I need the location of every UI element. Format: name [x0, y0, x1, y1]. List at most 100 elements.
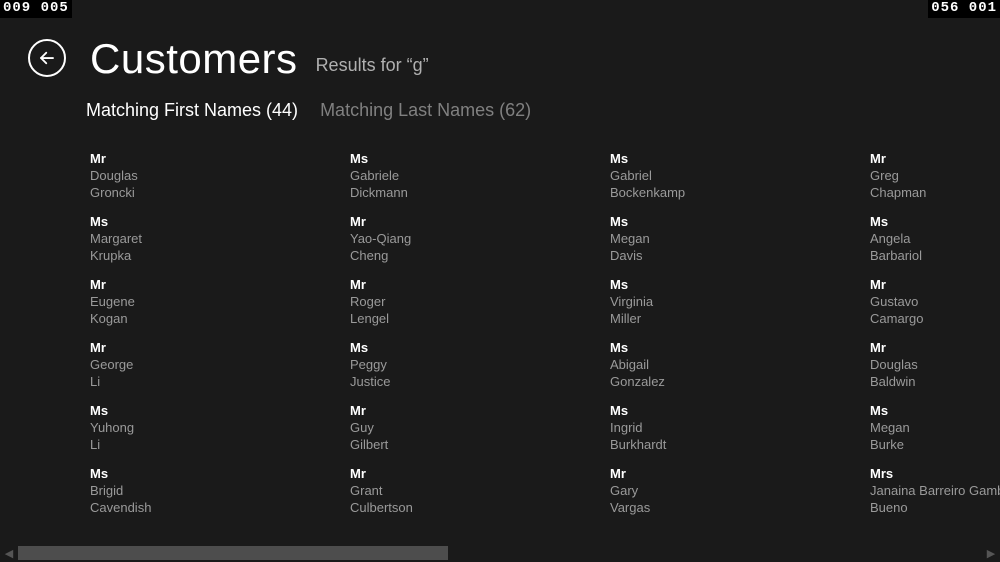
- customer-item[interactable]: MsMargaretKrupka: [90, 213, 240, 264]
- customer-title: Ms: [870, 213, 1000, 230]
- customer-first-name: Greg: [870, 167, 1000, 184]
- customer-item[interactable]: MrsJanaina Barreiro GambaroBueno: [870, 465, 1000, 516]
- customer-item[interactable]: MrYao-QiangCheng: [350, 213, 500, 264]
- customer-item[interactable]: MsAbigailGonzalez: [610, 339, 760, 390]
- customer-last-name: Cavendish: [90, 499, 240, 516]
- customer-title: Ms: [610, 402, 760, 419]
- customers-column: MsGabrielBockenkampMsMeganDavisMsVirgini…: [610, 150, 760, 516]
- customer-first-name: Yuhong: [90, 419, 240, 436]
- customer-last-name: Culbertson: [350, 499, 500, 516]
- scroll-left-arrow-icon[interactable]: ◀: [0, 544, 18, 562]
- customer-first-name: Guy: [350, 419, 500, 436]
- customer-last-name: Chapman: [870, 184, 1000, 201]
- result-tabs: Matching First Names (44) Matching Last …: [86, 100, 531, 121]
- customer-last-name: Dickmann: [350, 184, 500, 201]
- scrollbar-track[interactable]: [18, 546, 982, 560]
- customer-first-name: Gabriele: [350, 167, 500, 184]
- customer-last-name: Davis: [610, 247, 760, 264]
- customer-title: Ms: [350, 339, 500, 356]
- page-header: Customers Results for “g”: [28, 38, 429, 83]
- customer-first-name: Douglas: [870, 356, 1000, 373]
- customer-last-name: Bueno: [870, 499, 1000, 516]
- customer-first-name: Megan: [870, 419, 1000, 436]
- customers-column: MrGregChapmanMsAngelaBarbariolMrGustavoC…: [870, 150, 1000, 516]
- customer-item[interactable]: MsMeganDavis: [610, 213, 760, 264]
- customer-last-name: Cheng: [350, 247, 500, 264]
- customer-last-name: Li: [90, 436, 240, 453]
- customer-item[interactable]: MsYuhongLi: [90, 402, 240, 453]
- customer-first-name: Gary: [610, 482, 760, 499]
- customer-item[interactable]: MrGustavoCamargo: [870, 276, 1000, 327]
- customer-last-name: Miller: [610, 310, 760, 327]
- scrollbar-thumb[interactable]: [18, 546, 448, 560]
- tab-last-names[interactable]: Matching Last Names (62): [320, 100, 531, 121]
- customer-last-name: Li: [90, 373, 240, 390]
- customer-title: Mr: [350, 465, 500, 482]
- back-button[interactable]: [28, 39, 66, 77]
- customer-first-name: Janaina Barreiro Gambaro: [870, 482, 1000, 499]
- customer-last-name: Lengel: [350, 310, 500, 327]
- customer-item[interactable]: MsMeganBurke: [870, 402, 1000, 453]
- customer-item[interactable]: MsBrigidCavendish: [90, 465, 240, 516]
- page-title: Customers: [90, 38, 298, 80]
- scroll-right-arrow-icon[interactable]: ▶: [982, 544, 1000, 562]
- customer-last-name: Krupka: [90, 247, 240, 264]
- customer-first-name: Abigail: [610, 356, 760, 373]
- customer-title: Ms: [610, 150, 760, 167]
- customer-first-name: Gustavo: [870, 293, 1000, 310]
- customer-title: Mr: [350, 213, 500, 230]
- tab-last-names-label: Matching Last Names (62): [320, 100, 531, 120]
- customer-item[interactable]: MrRogerLengel: [350, 276, 500, 327]
- customers-column: MrDouglasGronckiMsMargaretKrupkaMrEugene…: [90, 150, 240, 516]
- customer-title: Ms: [350, 150, 500, 167]
- customer-item[interactable]: MrGregChapman: [870, 150, 1000, 201]
- tab-first-names[interactable]: Matching First Names (44): [86, 100, 298, 121]
- customer-item[interactable]: MrDouglasBaldwin: [870, 339, 1000, 390]
- customer-item[interactable]: MsGabrielBockenkamp: [610, 150, 760, 201]
- customer-last-name: Barbariol: [870, 247, 1000, 264]
- customer-item[interactable]: MrGrantCulbertson: [350, 465, 500, 516]
- customer-title: Mr: [350, 402, 500, 419]
- customer-first-name: Ingrid: [610, 419, 760, 436]
- customer-first-name: Megan: [610, 230, 760, 247]
- customer-last-name: Kogan: [90, 310, 240, 327]
- customer-title: Ms: [90, 465, 240, 482]
- customer-title: Mr: [350, 276, 500, 293]
- customer-item[interactable]: MsIngridBurkhardt: [610, 402, 760, 453]
- customer-first-name: Eugene: [90, 293, 240, 310]
- customers-column: MsGabrieleDickmannMrYao-QiangChengMrRoge…: [350, 150, 500, 516]
- customer-title: Ms: [90, 213, 240, 230]
- customer-first-name: Roger: [350, 293, 500, 310]
- page-subtitle: Results for “g”: [316, 55, 429, 76]
- customer-title: Mr: [610, 465, 760, 482]
- customer-last-name: Bockenkamp: [610, 184, 760, 201]
- customer-item[interactable]: MrGeorgeLi: [90, 339, 240, 390]
- customer-item[interactable]: MrDouglasGroncki: [90, 150, 240, 201]
- horizontal-scrollbar[interactable]: ◀ ▶: [0, 544, 1000, 562]
- customer-last-name: Justice: [350, 373, 500, 390]
- customer-first-name: Peggy: [350, 356, 500, 373]
- tab-first-names-label: Matching First Names (44): [86, 100, 298, 120]
- customer-item[interactable]: MrGuyGilbert: [350, 402, 500, 453]
- customer-last-name: Baldwin: [870, 373, 1000, 390]
- customer-last-name: Camargo: [870, 310, 1000, 327]
- customer-item[interactable]: MsVirginiaMiller: [610, 276, 760, 327]
- customer-first-name: Yao-Qiang: [350, 230, 500, 247]
- customer-title: Ms: [610, 213, 760, 230]
- back-arrow-icon: [38, 49, 56, 67]
- customer-title: Ms: [90, 402, 240, 419]
- customer-title: Mr: [90, 150, 240, 167]
- customer-first-name: George: [90, 356, 240, 373]
- debug-counter-top-right: 056 001: [928, 0, 1000, 18]
- customer-item[interactable]: MsGabrieleDickmann: [350, 150, 500, 201]
- customer-item[interactable]: MsPeggyJustice: [350, 339, 500, 390]
- customer-item[interactable]: MrGaryVargas: [610, 465, 760, 516]
- customer-title: Mr: [870, 150, 1000, 167]
- customer-first-name: Virginia: [610, 293, 760, 310]
- customer-first-name: Margaret: [90, 230, 240, 247]
- customer-title: Mr: [870, 339, 1000, 356]
- customer-title: Mr: [90, 339, 240, 356]
- customer-item[interactable]: MrEugeneKogan: [90, 276, 240, 327]
- customer-item[interactable]: MsAngelaBarbariol: [870, 213, 1000, 264]
- customer-first-name: Brigid: [90, 482, 240, 499]
